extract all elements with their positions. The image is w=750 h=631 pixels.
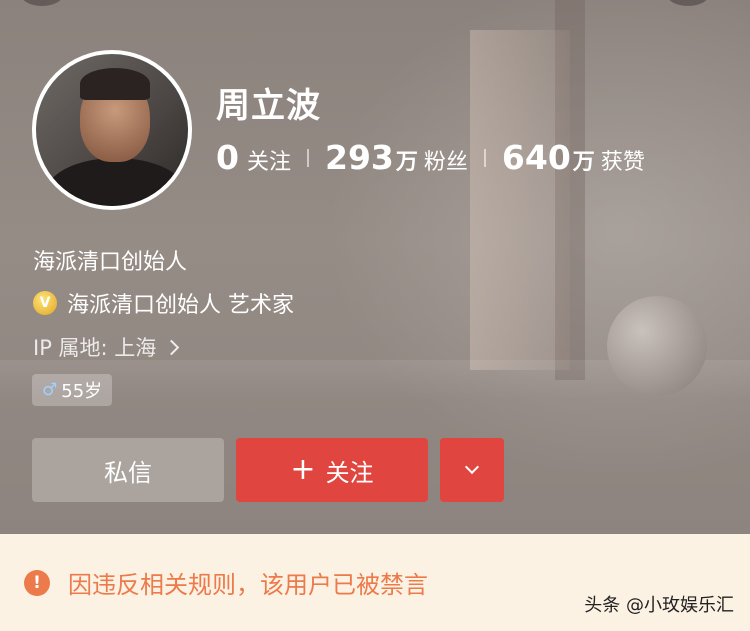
stat-divider <box>483 148 486 167</box>
verification-text: 海派清口创始人 艺术家 <box>67 293 294 318</box>
stat-label: 关注 <box>246 150 291 175</box>
more-options-button[interactable] <box>440 438 504 502</box>
stat-followers[interactable]: 293 万 粉丝 <box>325 138 468 177</box>
stat-unit: 万 <box>572 150 595 175</box>
stat-value: 640 <box>501 138 571 177</box>
watermark: 头条 @小玫娱乐汇 <box>584 595 734 616</box>
warning-icon: ! <box>24 569 50 596</box>
chevron-down-icon <box>464 459 480 475</box>
stat-likes[interactable]: 640 万 获赞 <box>502 138 645 177</box>
ip-location-row[interactable]: IP 属地: 上海 <box>33 332 180 362</box>
stat-label: 获赞 <box>600 150 645 175</box>
ip-location-text: IP 属地: 上海 <box>33 336 157 360</box>
stat-value: 0 <box>216 138 239 177</box>
follow-button[interactable]: + 关注 <box>236 438 428 502</box>
background-sphere <box>607 296 707 396</box>
stat-divider <box>306 148 309 167</box>
message-button[interactable]: 私信 <box>32 438 224 502</box>
age-text: 55岁 <box>61 381 103 402</box>
user-display-name: 周立波 <box>216 86 321 126</box>
stat-following[interactable]: 0 关注 <box>216 138 291 177</box>
stat-value: 293 <box>324 138 394 177</box>
avatar-body-shape <box>46 158 186 206</box>
age-badge: ♂ 55岁 <box>32 374 113 406</box>
stats-row: 0 关注 293 万 粉丝 640 万 获赞 <box>216 138 645 177</box>
male-icon: ♂ <box>42 380 58 400</box>
avatar-hair-shape <box>80 68 150 100</box>
user-bio: 海派清口创始人 <box>33 250 188 275</box>
ban-notice-text: 因违反相关规则，该用户已被禁言 <box>68 571 428 599</box>
top-left-button-edge[interactable] <box>20 0 64 6</box>
background-wall-panel <box>470 30 570 370</box>
plus-icon: + <box>290 452 316 487</box>
stat-unit: 万 <box>395 150 418 175</box>
avatar[interactable] <box>32 50 192 210</box>
follow-button-label: 关注 <box>325 458 374 487</box>
top-right-button-edge[interactable] <box>666 0 710 6</box>
verified-badge-icon: V <box>33 291 57 315</box>
verification-row: V 海派清口创始人 艺术家 <box>33 287 294 319</box>
stat-label: 粉丝 <box>423 150 468 175</box>
message-button-label: 私信 <box>104 458 152 487</box>
chevron-right-icon <box>164 339 180 355</box>
